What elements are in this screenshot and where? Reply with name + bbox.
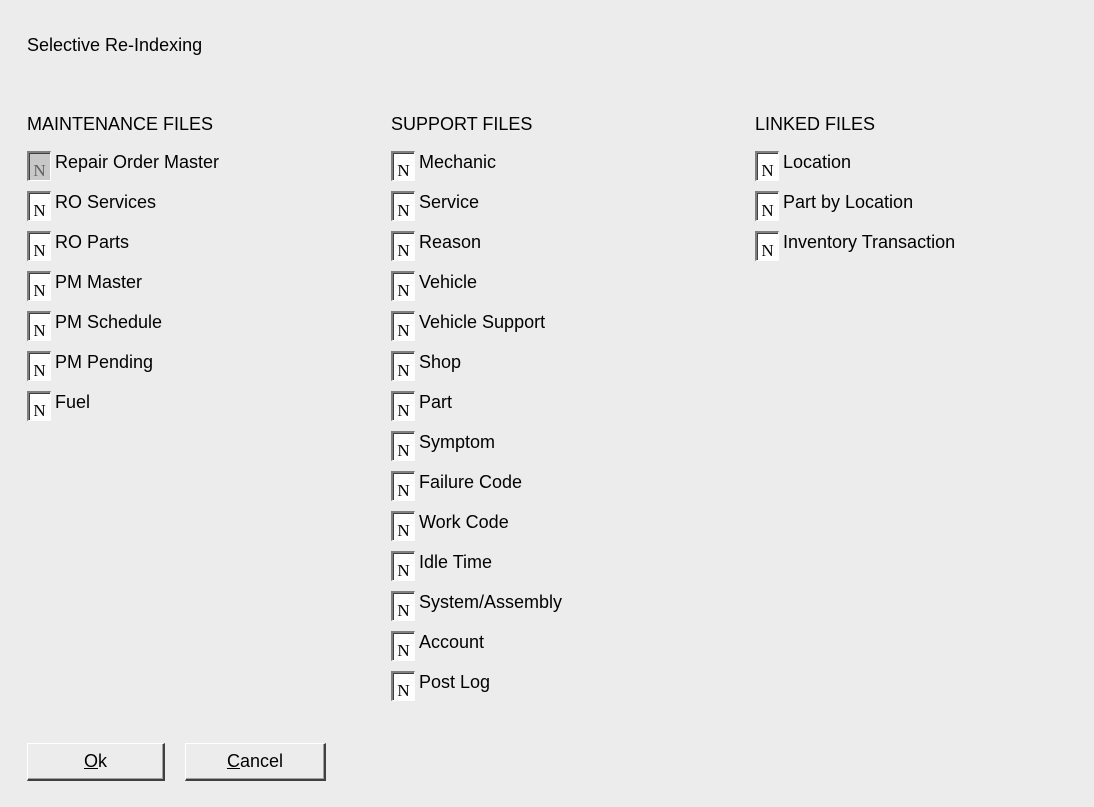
maintenance-item-repair-order-master[interactable]: N Repair Order Master [27,151,219,191]
file-label: Failure Code [419,472,523,492]
linked-item-inventory-transaction[interactable]: N Inventory Transaction [755,231,955,271]
support-files-group: SUPPORT FILES N Mechanic N Service N Rea… [391,113,562,711]
reindex-flag-field[interactable]: N [27,271,51,301]
reindex-flag-field[interactable]: N [27,351,51,381]
support-item-shop[interactable]: N Shop [391,351,532,391]
file-label: Symptom [419,432,496,452]
reindex-flag-field[interactable]: N [391,271,415,301]
ok-label-rest: k [98,751,107,771]
reindex-flag-field[interactable]: N [27,391,51,421]
support-item-system-assembly[interactable]: N System/Assembly [391,591,562,631]
maintenance-item-ro-services[interactable]: N RO Services [27,191,213,231]
reindex-flag-field[interactable]: N [391,391,415,421]
file-label: Part [419,392,453,412]
maintenance-files-group: MAINTENANCE FILES N Repair Order Master … [27,113,219,431]
file-label: Reason [419,232,482,252]
reindex-flag-field[interactable]: N [391,151,415,181]
reindex-flag-field[interactable]: N [391,231,415,261]
file-label: Mechanic [419,152,497,172]
reindex-flag-field[interactable]: N [391,191,415,221]
reindex-flag-field[interactable]: N [391,431,415,461]
file-label: Inventory Transaction [783,232,956,252]
file-label: System/Assembly [419,592,563,612]
dialog-title: Selective Re-Indexing [27,35,203,55]
maintenance-item-fuel[interactable]: N Fuel [27,391,213,431]
selective-reindex-dialog: Selective Re-Indexing MAINTENANCE FILES … [6,6,1088,801]
support-item-reason[interactable]: N Reason [391,231,532,271]
file-label: Fuel [55,392,91,412]
maintenance-item-pm-master[interactable]: N PM Master [27,271,213,311]
file-label: Vehicle [419,272,478,292]
reindex-flag-field[interactable]: N [391,351,415,381]
file-label: Vehicle Support [419,312,546,332]
file-label: Part by Location [783,192,914,212]
file-label: PM Pending [55,352,154,372]
support-item-vehicle-support[interactable]: N Vehicle Support [391,311,545,351]
file-label: Idle Time [419,552,493,572]
maintenance-item-pm-schedule[interactable]: N PM Schedule [27,311,213,351]
support-item-vehicle[interactable]: N Vehicle [391,271,532,311]
linked-files-heading: LINKED FILES [755,114,876,134]
ok-mnemonic: O [83,751,98,771]
file-label: Location [783,152,852,172]
file-label: Repair Order Master [55,152,220,172]
support-item-service[interactable]: N Service [391,191,532,231]
reindex-flag-field[interactable]: N [391,471,415,501]
support-item-symptom[interactable]: N Symptom [391,431,532,471]
reindex-flag-field[interactable]: N [27,231,51,261]
file-label: PM Master [55,272,143,292]
support-item-account[interactable]: N Account [391,631,532,671]
file-label: RO Parts [55,232,130,252]
support-item-idle-time[interactable]: N Idle Time [391,551,532,591]
file-label: Work Code [419,512,509,532]
file-label: Shop [419,352,462,372]
support-item-part[interactable]: N Part [391,391,532,431]
cancel-mnemonic: C [226,751,240,771]
reindex-flag-field[interactable]: N [391,311,415,341]
reindex-flag-field[interactable]: N [755,151,779,181]
support-item-work-code[interactable]: N Work Code [391,511,532,551]
reindex-flag-field[interactable]: N [27,191,51,221]
cancel-button[interactable]: Cancel [185,743,326,781]
reindex-flag-field[interactable]: N [391,671,415,701]
maintenance-item-ro-parts[interactable]: N RO Parts [27,231,213,271]
maintenance-item-pm-pending[interactable]: N PM Pending [27,351,213,391]
reindex-flag-field[interactable]: N [27,151,51,181]
support-files-heading: SUPPORT FILES [391,114,533,134]
reindex-flag-field[interactable]: N [755,231,779,261]
file-label: PM Schedule [55,312,163,332]
linked-item-part-by-location[interactable]: N Part by Location [755,191,913,231]
file-label: Service [419,192,480,212]
cancel-label-rest: ancel [239,751,284,771]
support-item-post-log[interactable]: N Post Log [391,671,532,711]
linked-item-location[interactable]: N Location [755,151,875,191]
linked-files-group: LINKED FILES N Location N Part by Locati… [755,113,955,271]
reindex-flag-field[interactable]: N [391,591,415,621]
support-item-mechanic[interactable]: N Mechanic [391,151,532,191]
file-label: Account [419,632,485,652]
reindex-flag-field[interactable]: N [27,311,51,341]
reindex-flag-field[interactable]: N [391,631,415,661]
reindex-flag-field[interactable]: N [391,511,415,541]
reindex-flag-field[interactable]: N [755,191,779,221]
ok-button[interactable]: Ok [27,743,165,781]
support-item-failure-code[interactable]: N Failure Code [391,471,532,511]
file-label: Post Log [419,672,491,692]
reindex-flag-field[interactable]: N [391,551,415,581]
file-label: RO Services [55,192,157,212]
maintenance-files-heading: MAINTENANCE FILES [27,114,214,134]
